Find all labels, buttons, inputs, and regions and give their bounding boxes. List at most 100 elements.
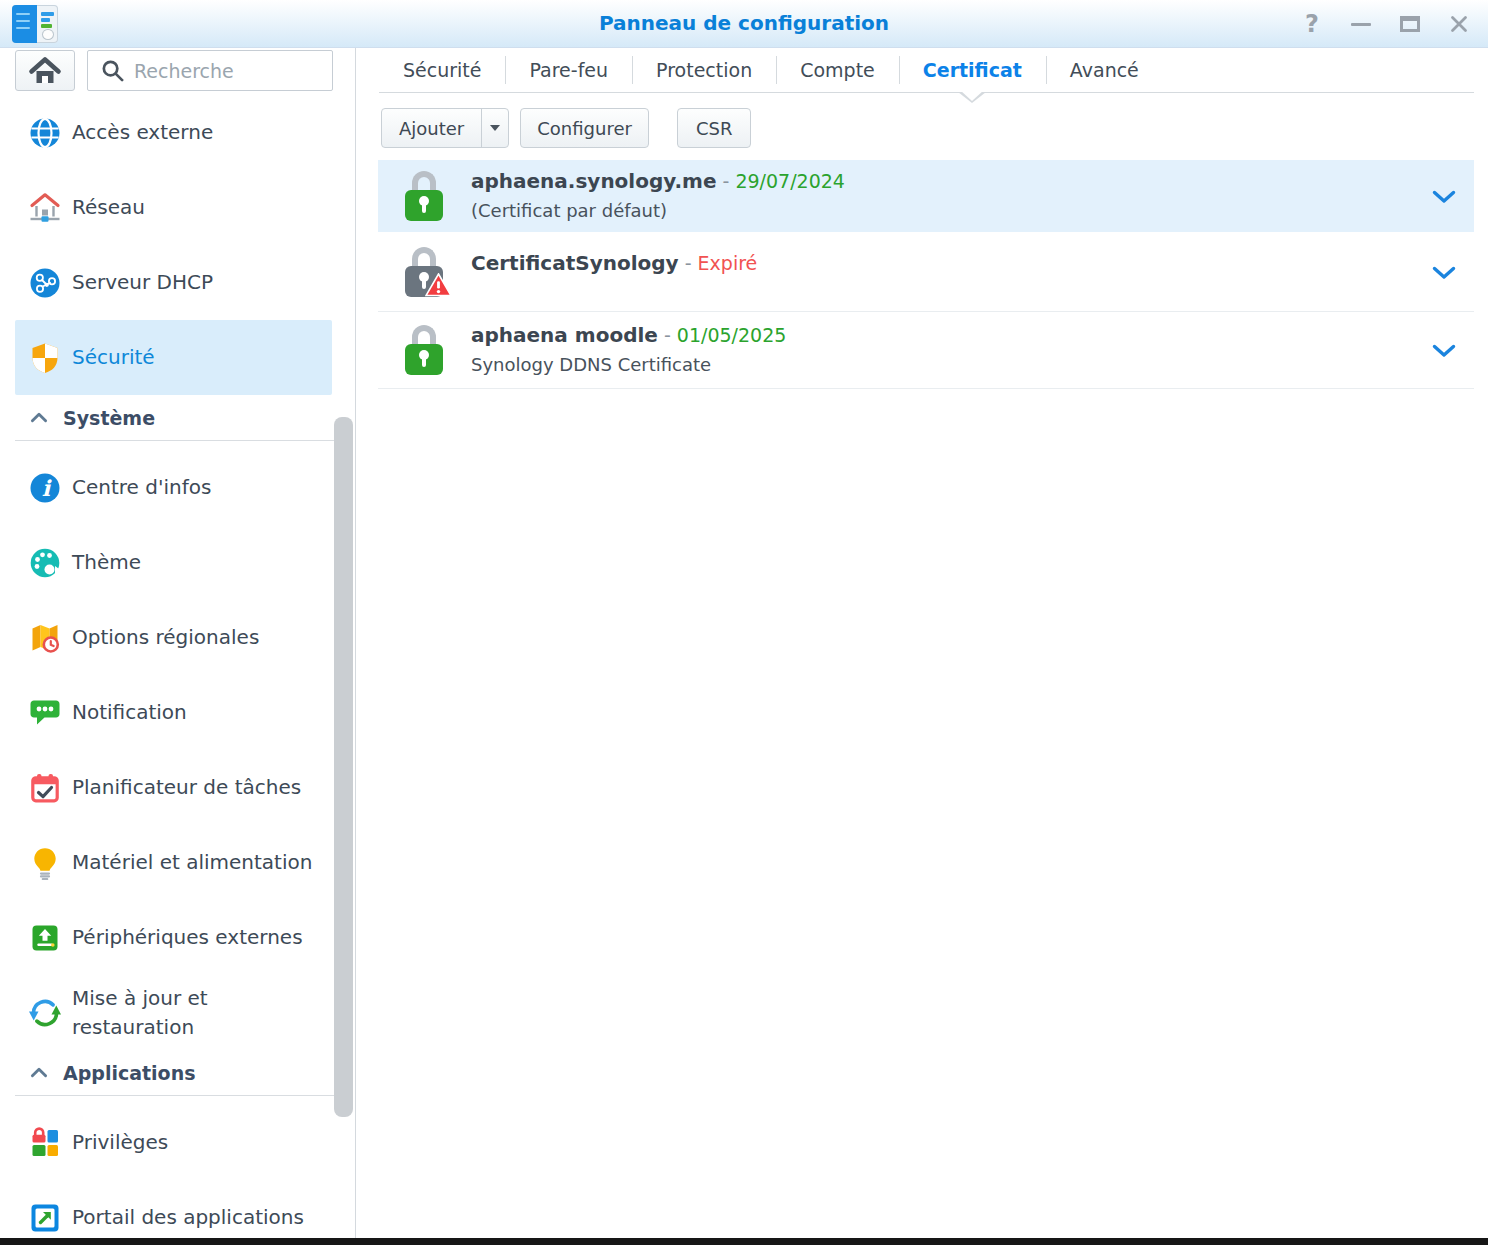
info-icon: i	[28, 471, 62, 505]
sidebar-item-acces-externe[interactable]: Accès externe	[0, 95, 340, 170]
minimize-button[interactable]	[1350, 13, 1372, 35]
close-icon	[1449, 14, 1469, 34]
home-icon	[25, 51, 65, 91]
sidebar-item-options-regionales[interactable]: Options régionales	[0, 600, 340, 675]
close-button[interactable]	[1448, 13, 1470, 35]
sidebar-item-label: Privilèges	[72, 1128, 168, 1157]
certificate-list: aphaena.synology.me - 29/07/2024 (Certifi…	[378, 160, 1474, 389]
sidebar-item-label: Réseau	[72, 193, 145, 222]
window-title: Panneau de configuration	[0, 0, 1488, 48]
certificate-row-aphaena-synology-me[interactable]: aphaena.synology.me - 29/07/2024 (Certifi…	[378, 160, 1474, 232]
sidebar: Accès externe Réseau Serveur DHCP Sécurité S…	[0, 48, 356, 1238]
chevron-down-icon[interactable]	[1432, 343, 1456, 362]
sidebar-item-planificateur-de-taches[interactable]: Planificateur de tâches	[0, 750, 340, 825]
external-devices-icon	[28, 921, 62, 955]
scrollbar-thumb[interactable]	[334, 417, 353, 1117]
section-label: Système	[63, 407, 155, 429]
regional-options-icon	[28, 621, 62, 655]
add-button-label: Ajouter	[382, 109, 481, 147]
dhcp-server-icon	[28, 266, 62, 300]
sidebar-item-materiel-et-alimentation[interactable]: Matériel et alimentation	[0, 825, 340, 900]
configure-button[interactable]: Configurer	[520, 108, 649, 148]
sidebar-section-systeme[interactable]: Système	[15, 395, 337, 441]
certificate-status-expired: Expiré	[698, 252, 758, 274]
titlebar: Panneau de configuration ?	[0, 0, 1488, 48]
sidebar-item-peripheriques-externes[interactable]: Périphériques externes	[0, 900, 340, 975]
sidebar-item-privileges[interactable]: Privilèges	[0, 1105, 340, 1180]
sidebar-item-label: Planificateur de tâches	[72, 773, 301, 802]
sidebar-item-theme[interactable]: Thème	[0, 525, 340, 600]
caret-down-icon	[490, 125, 500, 131]
certificate-row-certificatsynology[interactable]: CertificatSynology - Expiré	[378, 232, 1474, 312]
lock-expired-icon	[405, 247, 443, 297]
search-icon	[100, 58, 125, 83]
security-shield-icon	[28, 341, 62, 375]
dash-separator: -	[679, 252, 698, 274]
search-box	[87, 50, 333, 91]
section-label: Applications	[63, 1062, 196, 1084]
hardware-power-icon	[28, 846, 62, 880]
sidebar-nav: Accès externe Réseau Serveur DHCP Sécurité S…	[0, 95, 340, 1238]
sidebar-item-reseau[interactable]: Réseau	[0, 170, 340, 245]
sidebar-item-serveur-dhcp[interactable]: Serveur DHCP	[0, 245, 340, 320]
chevron-up-icon	[30, 412, 48, 423]
certificate-subtitle: (Certificat par défaut)	[471, 196, 845, 225]
chevron-down-icon[interactable]	[1432, 265, 1456, 284]
privileges-icon	[28, 1126, 62, 1160]
notification-bubble-icon	[28, 696, 62, 730]
help-button[interactable]: ?	[1301, 13, 1323, 35]
certificate-expiry-date: 01/05/2025	[677, 324, 787, 346]
sidebar-item-label: Options régionales	[72, 623, 259, 652]
chevron-down-icon[interactable]	[1432, 189, 1456, 208]
csr-button[interactable]: CSR	[677, 108, 752, 148]
maximize-button[interactable]	[1399, 13, 1421, 35]
active-tab-notch	[958, 92, 986, 104]
application-portal-icon	[28, 1201, 62, 1235]
sidebar-item-mise-a-jour-et-restauration[interactable]: Mise à jour etrestauration	[0, 975, 340, 1050]
tab-pare-feu[interactable]: Pare-feu	[505, 48, 632, 92]
tab-bar: SécuritéPare-feuProtectionCompteCertific…	[379, 48, 1163, 92]
task-scheduler-icon	[28, 771, 62, 805]
tab-avance[interactable]: Avancé	[1046, 48, 1163, 92]
tab-securite[interactable]: Sécurité	[379, 48, 505, 92]
certificate-name: aphaena moodle	[471, 323, 658, 347]
sidebar-item-label: Notification	[72, 698, 187, 727]
chevron-up-icon	[30, 1067, 48, 1078]
sidebar-item-portail-des-applications[interactable]: Portail des applications	[0, 1180, 340, 1238]
sidebar-scrollbar[interactable]	[334, 48, 353, 1238]
certificate-name: CertificatSynology	[471, 251, 679, 275]
globe-icon	[28, 116, 62, 150]
certificate-subtitle: Synology DDNS Certificate	[471, 350, 786, 379]
dash-separator: -	[716, 170, 735, 192]
sidebar-item-label: Portail des applications	[72, 1203, 304, 1232]
dash-separator: -	[658, 324, 677, 346]
certificate-row-aphaena-moodle[interactable]: aphaena moodle - 01/05/2025 Synology DDNS…	[378, 312, 1474, 389]
main-panel: SécuritéPare-feuProtectionCompteCertific…	[357, 48, 1488, 1238]
sidebar-item-label: Périphériques externes	[72, 923, 303, 952]
sidebar-item-centre-d-infos[interactable]: i Centre d'infos	[0, 450, 340, 525]
sidebar-item-label: Thème	[72, 548, 141, 577]
tab-certificat[interactable]: Certificat	[899, 48, 1046, 92]
certificate-expiry-date: 29/07/2024	[735, 170, 845, 192]
sidebar-item-label: Centre d'infos	[72, 473, 211, 502]
sidebar-item-label: Sécurité	[72, 343, 155, 372]
lock-valid-icon	[405, 325, 443, 375]
update-restore-icon	[28, 996, 62, 1030]
certificate-name: aphaena.synology.me	[471, 169, 716, 193]
sidebar-item-securite[interactable]: Sécurité	[15, 320, 332, 395]
home-button[interactable]	[15, 50, 75, 91]
sidebar-item-label: Accès externe	[72, 118, 213, 147]
sidebar-item-notification[interactable]: Notification	[0, 675, 340, 750]
add-dropdown-arrow[interactable]	[481, 109, 508, 147]
sidebar-item-label: Matériel et alimentation	[72, 848, 312, 877]
search-input[interactable]	[125, 51, 356, 90]
tab-protection[interactable]: Protection	[632, 48, 776, 92]
window-bottom-edge	[0, 1238, 1488, 1245]
add-button[interactable]: Ajouter	[381, 108, 509, 148]
sidebar-item-label: Mise à jour etrestauration	[72, 984, 208, 1042]
tab-compte[interactable]: Compte	[776, 48, 899, 92]
sidebar-section-applications[interactable]: Applications	[15, 1050, 337, 1096]
tab-separator-line	[379, 92, 1474, 93]
control-panel-window: Panneau de configuration ? Accès externe…	[0, 0, 1488, 1245]
theme-palette-icon	[28, 546, 62, 580]
